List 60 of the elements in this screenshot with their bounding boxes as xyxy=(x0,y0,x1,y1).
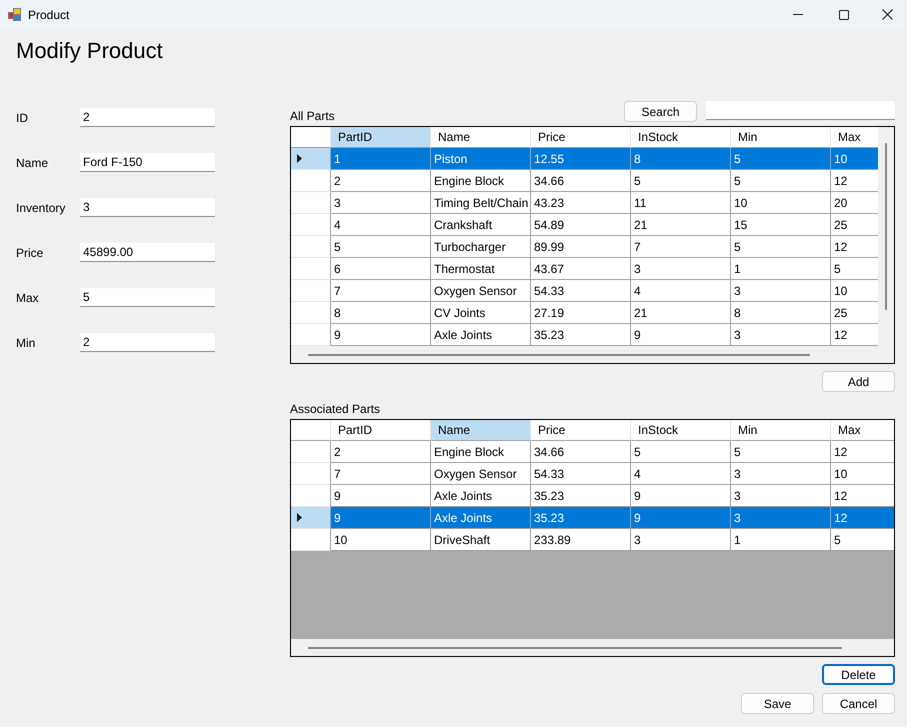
table-row[interactable]: 2 Engine Block 34.66 5 5 12 xyxy=(291,441,894,463)
app-icon xyxy=(8,8,21,21)
table-row[interactable]: 9 Axle Joints 35.23 9 3 12 xyxy=(291,485,894,507)
triangle-icon xyxy=(297,154,302,163)
vertical-scrollbar[interactable] xyxy=(878,127,894,346)
column-header[interactable]: InStock xyxy=(631,420,731,441)
column-header[interactable]: Min xyxy=(731,420,831,441)
field-label: Name xyxy=(16,156,50,168)
input-field[interactable]: 45899.00 xyxy=(80,243,215,262)
horizontal-scrollbar[interactable] xyxy=(291,639,894,656)
page-heading: Modify Product xyxy=(16,38,164,64)
input-field[interactable]: Ford F-150 xyxy=(80,153,215,172)
close-icon xyxy=(882,9,892,20)
row-header[interactable] xyxy=(291,507,331,529)
add-button[interactable]: Add xyxy=(822,371,895,392)
column-header[interactable]: Price xyxy=(531,420,631,441)
field-label: Price xyxy=(16,246,44,258)
table-row[interactable]: 3 Timing Belt/Chain 43.23 11 10 20 xyxy=(291,192,878,214)
save-button[interactable]: Save xyxy=(741,693,814,714)
cancel-button[interactable]: Cancel xyxy=(822,693,895,714)
delete-button[interactable]: Delete xyxy=(822,664,895,685)
column-header[interactable]: Name xyxy=(431,420,531,441)
maximize-icon xyxy=(839,10,849,20)
table-row[interactable]: 9 Axle Joints 35.23 9 3 12 xyxy=(291,324,878,346)
input-field[interactable]: 5 xyxy=(80,288,215,307)
table-row[interactable]: 1 Piston 12.55 8 5 10 xyxy=(291,148,878,170)
column-header[interactable]: Name xyxy=(431,127,531,148)
column-header[interactable]: PartID xyxy=(331,420,431,441)
minimize-icon xyxy=(793,14,803,15)
column-header[interactable]: PartID xyxy=(331,127,431,148)
column-header[interactable]: Min xyxy=(731,127,831,148)
row-header[interactable] xyxy=(291,148,331,170)
section-label: Associated Parts xyxy=(290,402,380,418)
field-label: ID xyxy=(16,112,29,124)
table-row[interactable]: 2 Engine Block 34.66 5 5 12 xyxy=(291,170,878,192)
table-row[interactable]: 5 Turbocharger 89.99 7 5 12 xyxy=(291,236,878,258)
table-row[interactable]: 6 Thermostat 43.67 3 1 5 xyxy=(291,258,878,280)
scrollbar-thumb[interactable] xyxy=(308,646,842,648)
scrollbar-thumb[interactable] xyxy=(308,354,810,356)
table-row[interactable]: 8 CV Joints 27.19 21 8 25 xyxy=(291,302,878,324)
triangle-icon xyxy=(297,513,302,522)
field-label: Inventory xyxy=(16,202,66,214)
horizontal-scrollbar[interactable] xyxy=(291,346,894,363)
column-header[interactable]: Price xyxy=(531,127,631,148)
table-row[interactable]: 10 DriveShaft 233.89 3 1 5 xyxy=(291,529,894,551)
section-label: All Parts xyxy=(290,109,335,125)
table-row[interactable]: 4 Crankshaft 54.89 21 15 25 xyxy=(291,214,878,236)
table-row[interactable]: 7 Oxygen Sensor 54.33 4 3 10 xyxy=(291,280,878,302)
table-row[interactable]: 7 Oxygen Sensor 54.33 4 3 10 xyxy=(291,463,894,485)
search-field[interactable] xyxy=(706,101,895,120)
input-field[interactable]: 2 xyxy=(80,333,215,352)
table-row[interactable]: 9 Axle Joints 35.23 9 3 12 xyxy=(291,507,894,529)
scrollbar-thumb[interactable] xyxy=(885,143,887,310)
search-button[interactable]: Search xyxy=(624,101,697,122)
input-field[interactable]: 3 xyxy=(80,198,215,217)
field-label: Min xyxy=(16,336,36,348)
field-label: Max xyxy=(16,292,40,304)
column-header[interactable]: InStock xyxy=(631,127,731,148)
input-field[interactable]: 2 xyxy=(80,108,215,127)
window-title: Product xyxy=(28,8,70,20)
